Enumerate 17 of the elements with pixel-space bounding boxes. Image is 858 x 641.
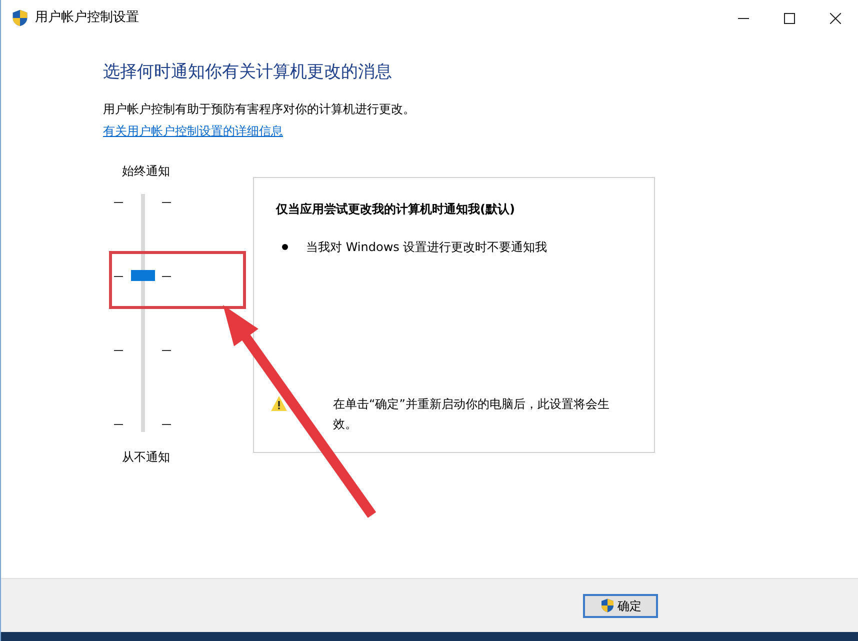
warning-text: 在单击“确定”并重新启动你的电脑后，此设置将会生效。 (333, 396, 610, 432)
top-label: 始终通知 (122, 162, 170, 180)
shield-icon (11, 9, 29, 27)
warning-icon (271, 396, 287, 410)
description-text: 用户帐户控制有助于预防有害程序对你的计算机进行更改。 (103, 100, 416, 118)
bullet-icon (282, 244, 288, 250)
page-heading: 选择何时通知你有关计算机更改的消息 (103, 61, 393, 84)
ok-button[interactable]: 确定 (583, 594, 658, 618)
details-link[interactable]: 有关用户帐户控制设置的详细信息 (103, 124, 283, 138)
window-title: 用户帐户控制设置 (35, 9, 139, 28)
slider-thumb[interactable] (131, 270, 155, 282)
bottom-label: 从不通知 (122, 448, 170, 466)
close-icon (830, 12, 840, 24)
maximize-icon (784, 12, 794, 24)
panel-title: 仅当应用尝试更改我的计算机时通知我(默认) (276, 200, 516, 218)
bullet-text: 当我对 Windows 设置进行更改时不要通知我 (306, 238, 548, 256)
shield-icon (600, 598, 614, 613)
